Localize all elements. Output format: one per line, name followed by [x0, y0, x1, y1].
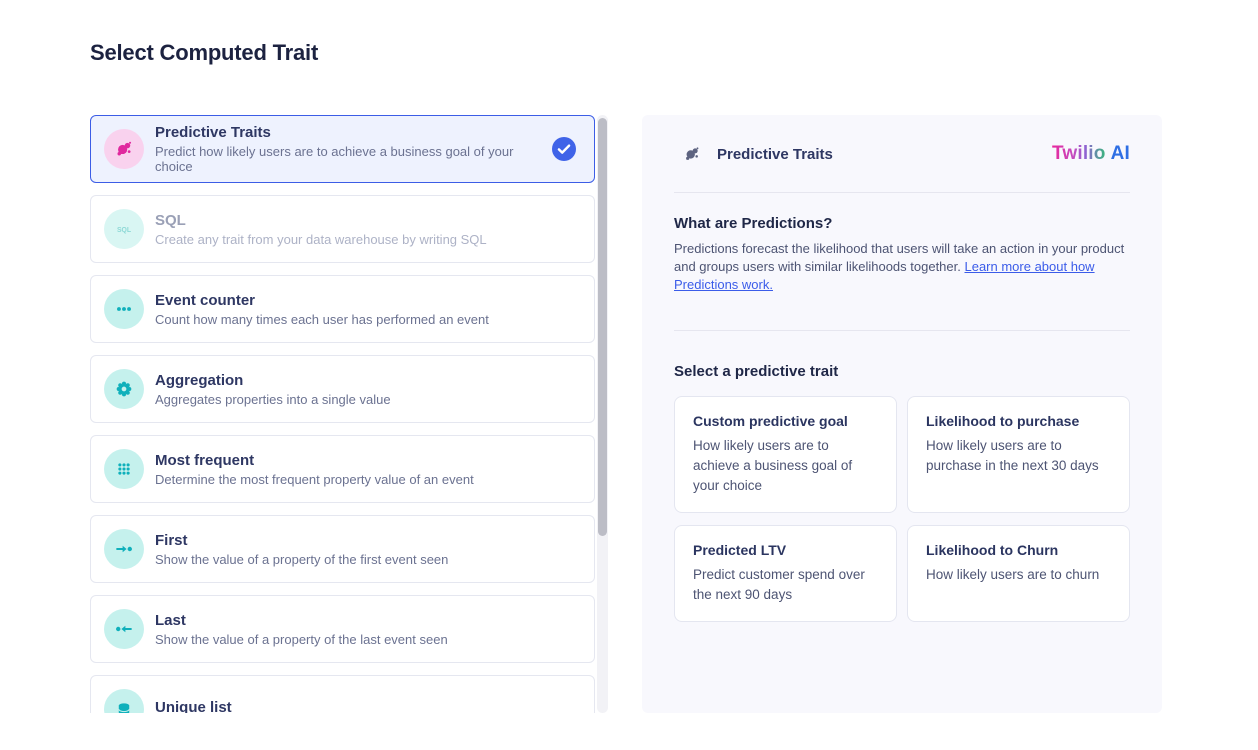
- predictive-card-predicted-ltv[interactable]: Predicted LTV Predict customer spend ove…: [674, 525, 897, 622]
- predictive-splat-icon: [104, 129, 144, 169]
- selected-check-icon: [552, 137, 576, 161]
- predictive-card-description: How likely users are to churn: [926, 565, 1111, 585]
- predictive-card-description: Predict customer spend over the next 90 …: [693, 565, 878, 605]
- trait-item-description: Show the value of a property of the firs…: [155, 552, 576, 567]
- list-scrollbar-thumb[interactable]: [598, 118, 607, 536]
- detail-panel-header: Predictive Traits TwilioAI: [674, 143, 1130, 165]
- trait-item-title: Event counter: [155, 292, 576, 309]
- trait-item-description: Determine the most frequent property val…: [155, 472, 576, 487]
- predictive-trait-card-grid: Custom predictive goal How likely users …: [674, 396, 1130, 622]
- aggregation-gear-icon: [104, 369, 144, 409]
- predictive-card-custom-predictive-goal[interactable]: Custom predictive goal How likely users …: [674, 396, 897, 513]
- predictive-card-title: Likelihood to purchase: [926, 413, 1111, 429]
- ai-logo-text: AI: [1111, 143, 1130, 164]
- predictive-card-description: How likely users are to purchase in the …: [926, 436, 1111, 476]
- trait-item-title: SQL: [155, 212, 576, 229]
- trait-type-list: Predictive Traits Predict how likely use…: [90, 115, 595, 713]
- section-divider: [674, 330, 1130, 331]
- predictive-splat-icon: [682, 144, 702, 164]
- trait-item-title: Most frequent: [155, 452, 576, 469]
- predictive-card-likelihood-to-churn[interactable]: Likelihood to Churn How likely users are…: [907, 525, 1130, 622]
- predictive-card-description: How likely users are to achieve a busine…: [693, 436, 878, 496]
- trait-item-first[interactable]: First Show the value of a property of th…: [90, 515, 595, 583]
- trait-item-description: Count how many times each user has perfo…: [155, 312, 576, 327]
- predictive-traits-detail-panel: Predictive Traits TwilioAI What are Pred…: [642, 115, 1162, 713]
- last-arrow-icon: [104, 609, 144, 649]
- trait-item-title: Aggregation: [155, 372, 576, 389]
- trait-item-sql[interactable]: SQL SQL Create any trait from your data …: [90, 195, 595, 263]
- twilio-ai-logo: TwilioAI: [1052, 143, 1130, 165]
- page-title: Select Computed Trait: [90, 40, 318, 66]
- header-divider: [674, 192, 1130, 193]
- unique-list-database-icon: [104, 689, 144, 713]
- trait-item-event-counter[interactable]: Event counter Count how many times each …: [90, 275, 595, 343]
- predictive-card-title: Predicted LTV: [693, 542, 878, 558]
- trait-item-description: Predict how likely users are to achieve …: [155, 144, 540, 174]
- trait-item-unique-list[interactable]: Unique list: [90, 675, 595, 713]
- twilio-logo-text: Twilio: [1052, 143, 1106, 164]
- trait-item-title: Predictive Traits: [155, 124, 540, 141]
- predictive-card-title: Custom predictive goal: [693, 413, 878, 429]
- first-arrow-icon: [104, 529, 144, 569]
- most-frequent-grid-icon: [104, 449, 144, 489]
- predictions-about-heading: What are Predictions?: [674, 215, 1130, 232]
- trait-item-predictive-traits[interactable]: Predictive Traits Predict how likely use…: [90, 115, 595, 183]
- trait-item-title: Last: [155, 612, 576, 629]
- trait-item-title: Unique list: [155, 699, 576, 713]
- trait-item-description: Aggregates properties into a single valu…: [155, 392, 576, 407]
- trait-item-aggregation[interactable]: Aggregation Aggregates properties into a…: [90, 355, 595, 423]
- trait-item-description: Create any trait from your data warehous…: [155, 232, 576, 247]
- event-counter-dots-icon: [104, 289, 144, 329]
- trait-item-description: Show the value of a property of the last…: [155, 632, 576, 647]
- trait-item-last[interactable]: Last Show the value of a property of the…: [90, 595, 595, 663]
- svg-text:SQL: SQL: [117, 227, 131, 234]
- sql-icon: SQL: [104, 209, 144, 249]
- select-predictive-trait-heading: Select a predictive trait: [674, 363, 1130, 380]
- detail-panel-title: Predictive Traits: [717, 146, 1052, 163]
- list-scrollbar-track[interactable]: [597, 115, 608, 713]
- trait-item-title: First: [155, 532, 576, 549]
- trait-item-most-frequent[interactable]: Most frequent Determine the most frequen…: [90, 435, 595, 503]
- predictions-about-body: Predictions forecast the likelihood that…: [674, 240, 1130, 294]
- predictive-card-likelihood-to-purchase[interactable]: Likelihood to purchase How likely users …: [907, 396, 1130, 513]
- predictive-card-title: Likelihood to Churn: [926, 542, 1111, 558]
